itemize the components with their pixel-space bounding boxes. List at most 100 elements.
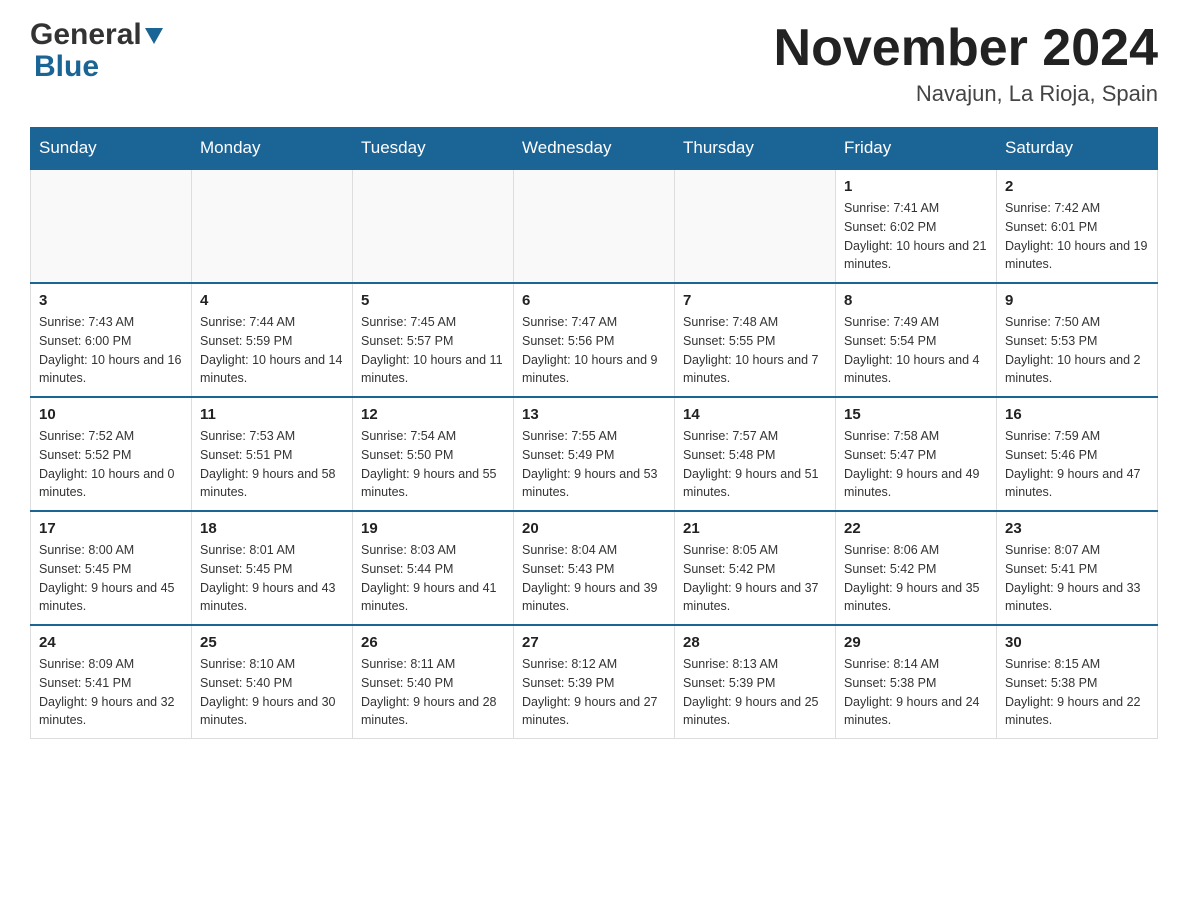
daylight-text: Daylight: 10 hours and 0 minutes.: [39, 467, 175, 500]
day-info: Sunrise: 7:57 AM Sunset: 5:48 PM Dayligh…: [683, 427, 827, 502]
sunset-text: Sunset: 5:59 PM: [200, 334, 292, 348]
sunrise-text: Sunrise: 8:01 AM: [200, 543, 295, 557]
calendar-week-row: 24 Sunrise: 8:09 AM Sunset: 5:41 PM Dayl…: [31, 625, 1158, 739]
sunrise-text: Sunrise: 7:52 AM: [39, 429, 134, 443]
table-row: 26 Sunrise: 8:11 AM Sunset: 5:40 PM Dayl…: [353, 625, 514, 739]
daylight-text: Daylight: 9 hours and 30 minutes.: [200, 695, 336, 728]
table-row: 27 Sunrise: 8:12 AM Sunset: 5:39 PM Dayl…: [514, 625, 675, 739]
day-number: 27: [522, 634, 666, 651]
sunrise-text: Sunrise: 7:41 AM: [844, 201, 939, 215]
sunrise-text: Sunrise: 8:03 AM: [361, 543, 456, 557]
calendar-week-row: 3 Sunrise: 7:43 AM Sunset: 6:00 PM Dayli…: [31, 283, 1158, 397]
day-info: Sunrise: 7:50 AM Sunset: 5:53 PM Dayligh…: [1005, 313, 1149, 388]
daylight-text: Daylight: 9 hours and 49 minutes.: [844, 467, 980, 500]
sunset-text: Sunset: 5:55 PM: [683, 334, 775, 348]
calendar-table: Sunday Monday Tuesday Wednesday Thursday…: [30, 127, 1158, 739]
day-number: 26: [361, 634, 505, 651]
sunset-text: Sunset: 5:56 PM: [522, 334, 614, 348]
table-row: [192, 169, 353, 283]
sunrise-text: Sunrise: 7:50 AM: [1005, 315, 1100, 329]
table-row: 11 Sunrise: 7:53 AM Sunset: 5:51 PM Dayl…: [192, 397, 353, 511]
col-wednesday: Wednesday: [514, 128, 675, 170]
table-row: 1 Sunrise: 7:41 AM Sunset: 6:02 PM Dayli…: [836, 169, 997, 283]
day-info: Sunrise: 8:07 AM Sunset: 5:41 PM Dayligh…: [1005, 541, 1149, 616]
sunset-text: Sunset: 5:45 PM: [200, 562, 292, 576]
sunset-text: Sunset: 5:43 PM: [522, 562, 614, 576]
table-row: 9 Sunrise: 7:50 AM Sunset: 5:53 PM Dayli…: [997, 283, 1158, 397]
logo-blue-text: Blue: [34, 50, 99, 84]
table-row: [514, 169, 675, 283]
sunset-text: Sunset: 5:39 PM: [522, 676, 614, 690]
day-info: Sunrise: 8:12 AM Sunset: 5:39 PM Dayligh…: [522, 655, 666, 730]
day-info: Sunrise: 8:04 AM Sunset: 5:43 PM Dayligh…: [522, 541, 666, 616]
sunrise-text: Sunrise: 8:15 AM: [1005, 657, 1100, 671]
sunrise-text: Sunrise: 7:59 AM: [1005, 429, 1100, 443]
sunrise-text: Sunrise: 7:54 AM: [361, 429, 456, 443]
table-row: 30 Sunrise: 8:15 AM Sunset: 5:38 PM Dayl…: [997, 625, 1158, 739]
sunrise-text: Sunrise: 7:45 AM: [361, 315, 456, 329]
day-number: 28: [683, 634, 827, 651]
daylight-text: Daylight: 10 hours and 2 minutes.: [1005, 353, 1141, 386]
daylight-text: Daylight: 9 hours and 37 minutes.: [683, 581, 819, 614]
day-number: 29: [844, 634, 988, 651]
day-info: Sunrise: 8:06 AM Sunset: 5:42 PM Dayligh…: [844, 541, 988, 616]
daylight-text: Daylight: 9 hours and 33 minutes.: [1005, 581, 1141, 614]
daylight-text: Daylight: 10 hours and 14 minutes.: [200, 353, 342, 386]
day-number: 25: [200, 634, 344, 651]
day-info: Sunrise: 8:15 AM Sunset: 5:38 PM Dayligh…: [1005, 655, 1149, 730]
daylight-text: Daylight: 9 hours and 58 minutes.: [200, 467, 336, 500]
col-saturday: Saturday: [997, 128, 1158, 170]
daylight-text: Daylight: 9 hours and 24 minutes.: [844, 695, 980, 728]
sunrise-text: Sunrise: 8:06 AM: [844, 543, 939, 557]
month-title: November 2024: [774, 20, 1158, 77]
sunset-text: Sunset: 6:01 PM: [1005, 220, 1097, 234]
table-row: 22 Sunrise: 8:06 AM Sunset: 5:42 PM Dayl…: [836, 511, 997, 625]
table-row: 12 Sunrise: 7:54 AM Sunset: 5:50 PM Dayl…: [353, 397, 514, 511]
day-number: 8: [844, 292, 988, 309]
table-row: 19 Sunrise: 8:03 AM Sunset: 5:44 PM Dayl…: [353, 511, 514, 625]
day-info: Sunrise: 8:09 AM Sunset: 5:41 PM Dayligh…: [39, 655, 183, 730]
page-header: General Blue November 2024 Navajun, La R…: [30, 20, 1158, 107]
daylight-text: Daylight: 9 hours and 35 minutes.: [844, 581, 980, 614]
table-row: 4 Sunrise: 7:44 AM Sunset: 5:59 PM Dayli…: [192, 283, 353, 397]
daylight-text: Daylight: 9 hours and 55 minutes.: [361, 467, 497, 500]
table-row: 13 Sunrise: 7:55 AM Sunset: 5:49 PM Dayl…: [514, 397, 675, 511]
daylight-text: Daylight: 9 hours and 27 minutes.: [522, 695, 658, 728]
daylight-text: Daylight: 9 hours and 51 minutes.: [683, 467, 819, 500]
sunset-text: Sunset: 5:47 PM: [844, 448, 936, 462]
sunset-text: Sunset: 5:48 PM: [683, 448, 775, 462]
sunrise-text: Sunrise: 7:57 AM: [683, 429, 778, 443]
calendar-week-row: 1 Sunrise: 7:41 AM Sunset: 6:02 PM Dayli…: [31, 169, 1158, 283]
table-row: 8 Sunrise: 7:49 AM Sunset: 5:54 PM Dayli…: [836, 283, 997, 397]
daylight-text: Daylight: 9 hours and 45 minutes.: [39, 581, 175, 614]
day-number: 5: [361, 292, 505, 309]
sunrise-text: Sunrise: 7:55 AM: [522, 429, 617, 443]
sunset-text: Sunset: 5:46 PM: [1005, 448, 1097, 462]
location-subtitle: Navajun, La Rioja, Spain: [774, 81, 1158, 107]
sunset-text: Sunset: 5:44 PM: [361, 562, 453, 576]
daylight-text: Daylight: 9 hours and 32 minutes.: [39, 695, 175, 728]
sunrise-text: Sunrise: 8:12 AM: [522, 657, 617, 671]
daylight-text: Daylight: 10 hours and 16 minutes.: [39, 353, 181, 386]
day-number: 10: [39, 406, 183, 423]
col-thursday: Thursday: [675, 128, 836, 170]
day-number: 23: [1005, 520, 1149, 537]
sunrise-text: Sunrise: 8:07 AM: [1005, 543, 1100, 557]
daylight-text: Daylight: 9 hours and 53 minutes.: [522, 467, 658, 500]
daylight-text: Daylight: 10 hours and 19 minutes.: [1005, 239, 1147, 272]
table-row: 15 Sunrise: 7:58 AM Sunset: 5:47 PM Dayl…: [836, 397, 997, 511]
sunset-text: Sunset: 5:38 PM: [844, 676, 936, 690]
day-info: Sunrise: 7:59 AM Sunset: 5:46 PM Dayligh…: [1005, 427, 1149, 502]
sunrise-text: Sunrise: 7:58 AM: [844, 429, 939, 443]
sunrise-text: Sunrise: 7:44 AM: [200, 315, 295, 329]
daylight-text: Daylight: 9 hours and 25 minutes.: [683, 695, 819, 728]
sunrise-text: Sunrise: 7:47 AM: [522, 315, 617, 329]
sunset-text: Sunset: 5:41 PM: [1005, 562, 1097, 576]
day-number: 14: [683, 406, 827, 423]
sunrise-text: Sunrise: 7:43 AM: [39, 315, 134, 329]
day-number: 4: [200, 292, 344, 309]
sunset-text: Sunset: 5:52 PM: [39, 448, 131, 462]
day-number: 30: [1005, 634, 1149, 651]
table-row: 29 Sunrise: 8:14 AM Sunset: 5:38 PM Dayl…: [836, 625, 997, 739]
table-row: [353, 169, 514, 283]
